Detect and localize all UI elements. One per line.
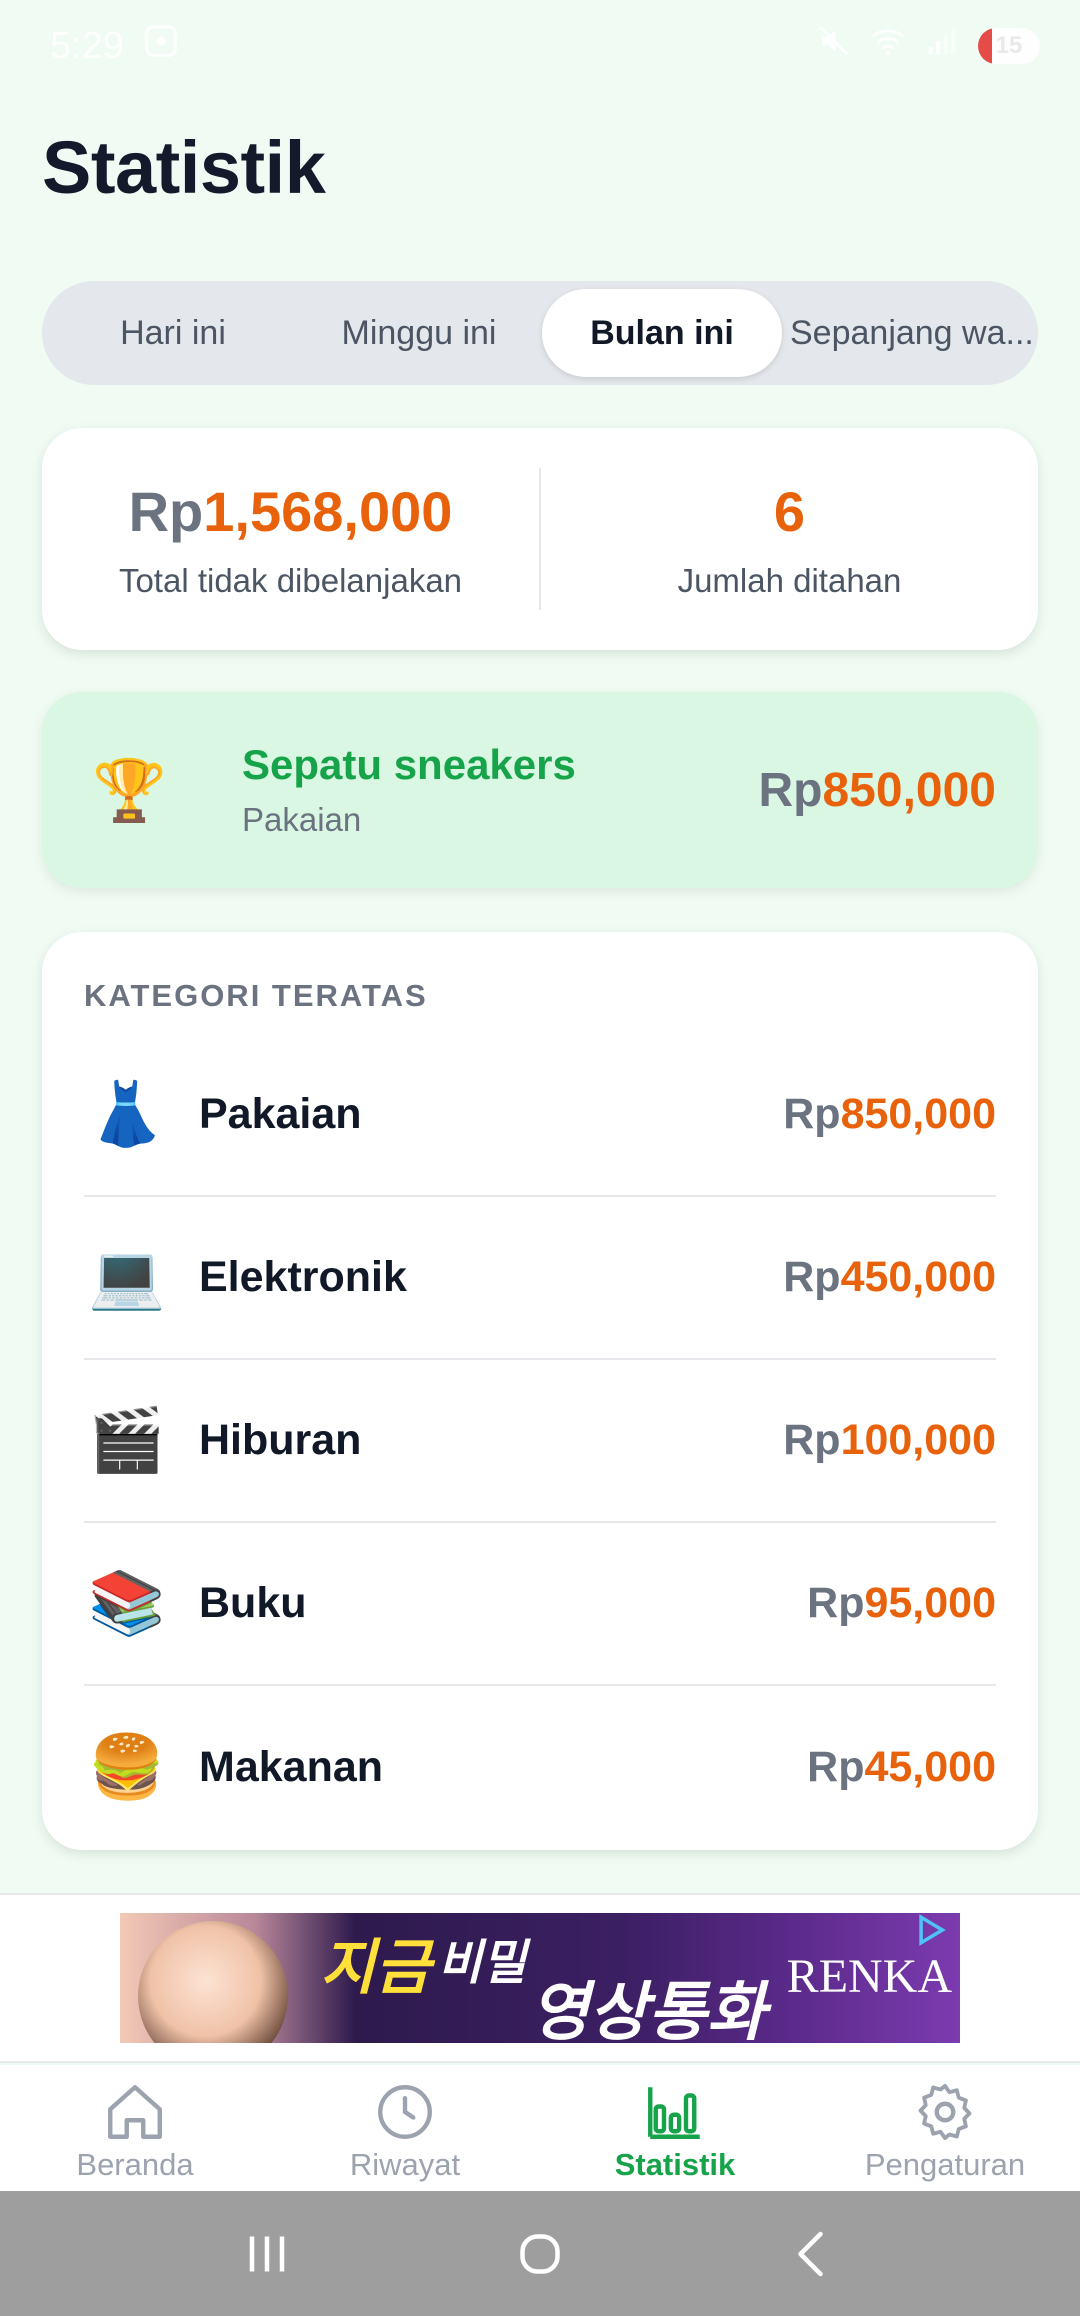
nav-item-statistik[interactable]: Statistik xyxy=(540,2065,810,2191)
clapper-board-icon: 🎬 xyxy=(88,1406,166,1475)
nav-label: Pengaturan xyxy=(864,2147,1026,2182)
battery-level: 15 xyxy=(995,32,1023,59)
category-name: Makanan xyxy=(199,1743,384,1791)
recent-apps-icon[interactable] xyxy=(237,2224,297,2284)
top-item-name: Sepatu sneakers xyxy=(242,741,576,788)
wifi-icon xyxy=(870,23,906,69)
ad-text-1: 지금 xyxy=(320,1934,431,2001)
ad-image xyxy=(138,1921,288,2043)
tab-this-month[interactable]: Bulan ini xyxy=(542,289,782,377)
category-amount: Rp45,000 xyxy=(807,1743,996,1792)
top-item-price: Rp850,000 xyxy=(759,763,997,818)
category-amount-value: 450,000 xyxy=(840,1253,996,1301)
items-held-count: 6 xyxy=(773,479,806,543)
clock-icon xyxy=(378,2085,432,2139)
gear-icon xyxy=(918,2083,972,2141)
currency-label: Rp xyxy=(783,1416,841,1464)
category-amount-value: 850,000 xyxy=(840,1090,996,1138)
tab-this-week[interactable]: Minggu ini xyxy=(296,289,542,377)
books-icon: 📚 xyxy=(88,1569,166,1638)
status-bar-left: 5:29 xyxy=(50,22,180,70)
mute-icon xyxy=(816,23,852,69)
signal-icon xyxy=(924,23,960,69)
total-saved-label: Total tidak dibelanjakan xyxy=(118,561,463,599)
top-item-card[interactable]: 🏆 Sepatu sneakers Pakaian Rp850,000 xyxy=(42,692,1038,888)
category-amount-value: 45,000 xyxy=(864,1743,996,1791)
top-item-info: Sepatu sneakers Pakaian xyxy=(242,741,759,839)
ad-text-2: 비밀 xyxy=(438,1937,527,1990)
bottom-nav: Beranda Riwayat Statistik Pengaturan xyxy=(0,2065,1080,2191)
status-bar: 5:29 15 xyxy=(0,0,1080,92)
nav-item-pengaturan[interactable]: Pengaturan xyxy=(810,2065,1080,2191)
top-item-category: Pakaian xyxy=(242,801,362,838)
screenshot-icon xyxy=(142,22,180,70)
category-amount-value: 95,000 xyxy=(864,1579,996,1627)
ad-banner[interactable]: 지금 비밀 영상통화 RENKA xyxy=(120,1913,960,2043)
category-name: Pakaian xyxy=(199,1090,362,1138)
top-item-amount: 850,000 xyxy=(822,763,996,817)
period-tabs: Hari ini Minggu ini Bulan ini Sepanjang … xyxy=(42,281,1038,385)
nav-item-riwayat[interactable]: Riwayat xyxy=(270,2065,540,2191)
tab-today[interactable]: Hari ini xyxy=(50,289,296,377)
battery-icon: 15 xyxy=(978,28,1040,64)
bar-chart-icon xyxy=(648,2087,700,2139)
ad-strip: 지금 비밀 영상통화 RENKA xyxy=(0,1893,1080,2063)
items-held-label: Jumlah ditahan xyxy=(677,561,902,599)
dress-icon: 👗 xyxy=(88,1080,166,1149)
back-icon[interactable] xyxy=(783,2224,843,2284)
home-icon xyxy=(108,2085,162,2139)
category-name: Hiburan xyxy=(199,1416,362,1464)
top-categories-header: KATEGORI TERATAS xyxy=(84,978,428,1013)
category-row-makanan[interactable]: 🍔 Makanan Rp45,000 xyxy=(84,1686,996,1849)
ad-brand: RENKA xyxy=(786,1950,952,2003)
page-title: Statistik xyxy=(42,126,326,209)
category-row-elektronik[interactable]: 💻 Elektronik Rp450,000 xyxy=(84,1197,996,1360)
status-time: 5:29 xyxy=(50,24,124,67)
laptop-icon: 💻 xyxy=(88,1243,166,1312)
top-categories-card: KATEGORI TERATAS 👗 Pakaian Rp850,000 💻 E… xyxy=(42,932,1038,1850)
currency-label: Rp xyxy=(783,1090,841,1138)
nav-item-beranda[interactable]: Beranda xyxy=(0,2065,270,2191)
total-saved-section: Rp1,568,000 Total tidak dibelanjakan xyxy=(42,428,539,650)
system-nav-bar xyxy=(0,2191,1080,2316)
category-amount-value: 100,000 xyxy=(840,1416,996,1464)
nav-label: Riwayat xyxy=(349,2147,461,2182)
category-name: Elektronik xyxy=(199,1253,407,1301)
category-row-buku[interactable]: 📚 Buku Rp95,000 xyxy=(84,1523,996,1686)
tab-all-time[interactable]: Sepanjang wa... xyxy=(782,289,1032,377)
trophy-icon: 🏆 xyxy=(92,756,167,824)
currency-label: Rp xyxy=(758,763,823,817)
category-amount: Rp850,000 xyxy=(783,1090,996,1139)
total-saved-value: Rp1,568,000 xyxy=(129,479,453,544)
category-amount: Rp95,000 xyxy=(807,1579,996,1628)
currency-label: Rp xyxy=(128,479,204,543)
currency-label: Rp xyxy=(807,1743,865,1791)
category-amount: Rp100,000 xyxy=(783,1416,996,1465)
ad-choices-icon[interactable] xyxy=(914,1913,948,1947)
home-button-icon[interactable] xyxy=(510,2224,570,2284)
ad-text-3: 영상통화 xyxy=(530,1976,766,2043)
items-held-section: 6 Jumlah ditahan xyxy=(541,428,1038,650)
currency-label: Rp xyxy=(783,1253,841,1301)
status-bar-right: 15 xyxy=(816,23,1040,69)
category-row-hiburan[interactable]: 🎬 Hiburan Rp100,000 xyxy=(84,1360,996,1523)
currency-label: Rp xyxy=(807,1579,865,1627)
total-saved-amount: 1,568,000 xyxy=(203,479,453,543)
summary-card: Rp1,568,000 Total tidak dibelanjakan 6 J… xyxy=(42,428,1038,650)
category-row-pakaian[interactable]: 👗 Pakaian Rp850,000 xyxy=(84,1034,996,1197)
nav-label: Beranda xyxy=(76,2147,194,2182)
nav-label: Statistik xyxy=(614,2147,736,2182)
category-amount: Rp450,000 xyxy=(783,1253,996,1302)
category-name: Buku xyxy=(199,1579,307,1627)
hamburger-icon: 🍔 xyxy=(88,1733,166,1802)
